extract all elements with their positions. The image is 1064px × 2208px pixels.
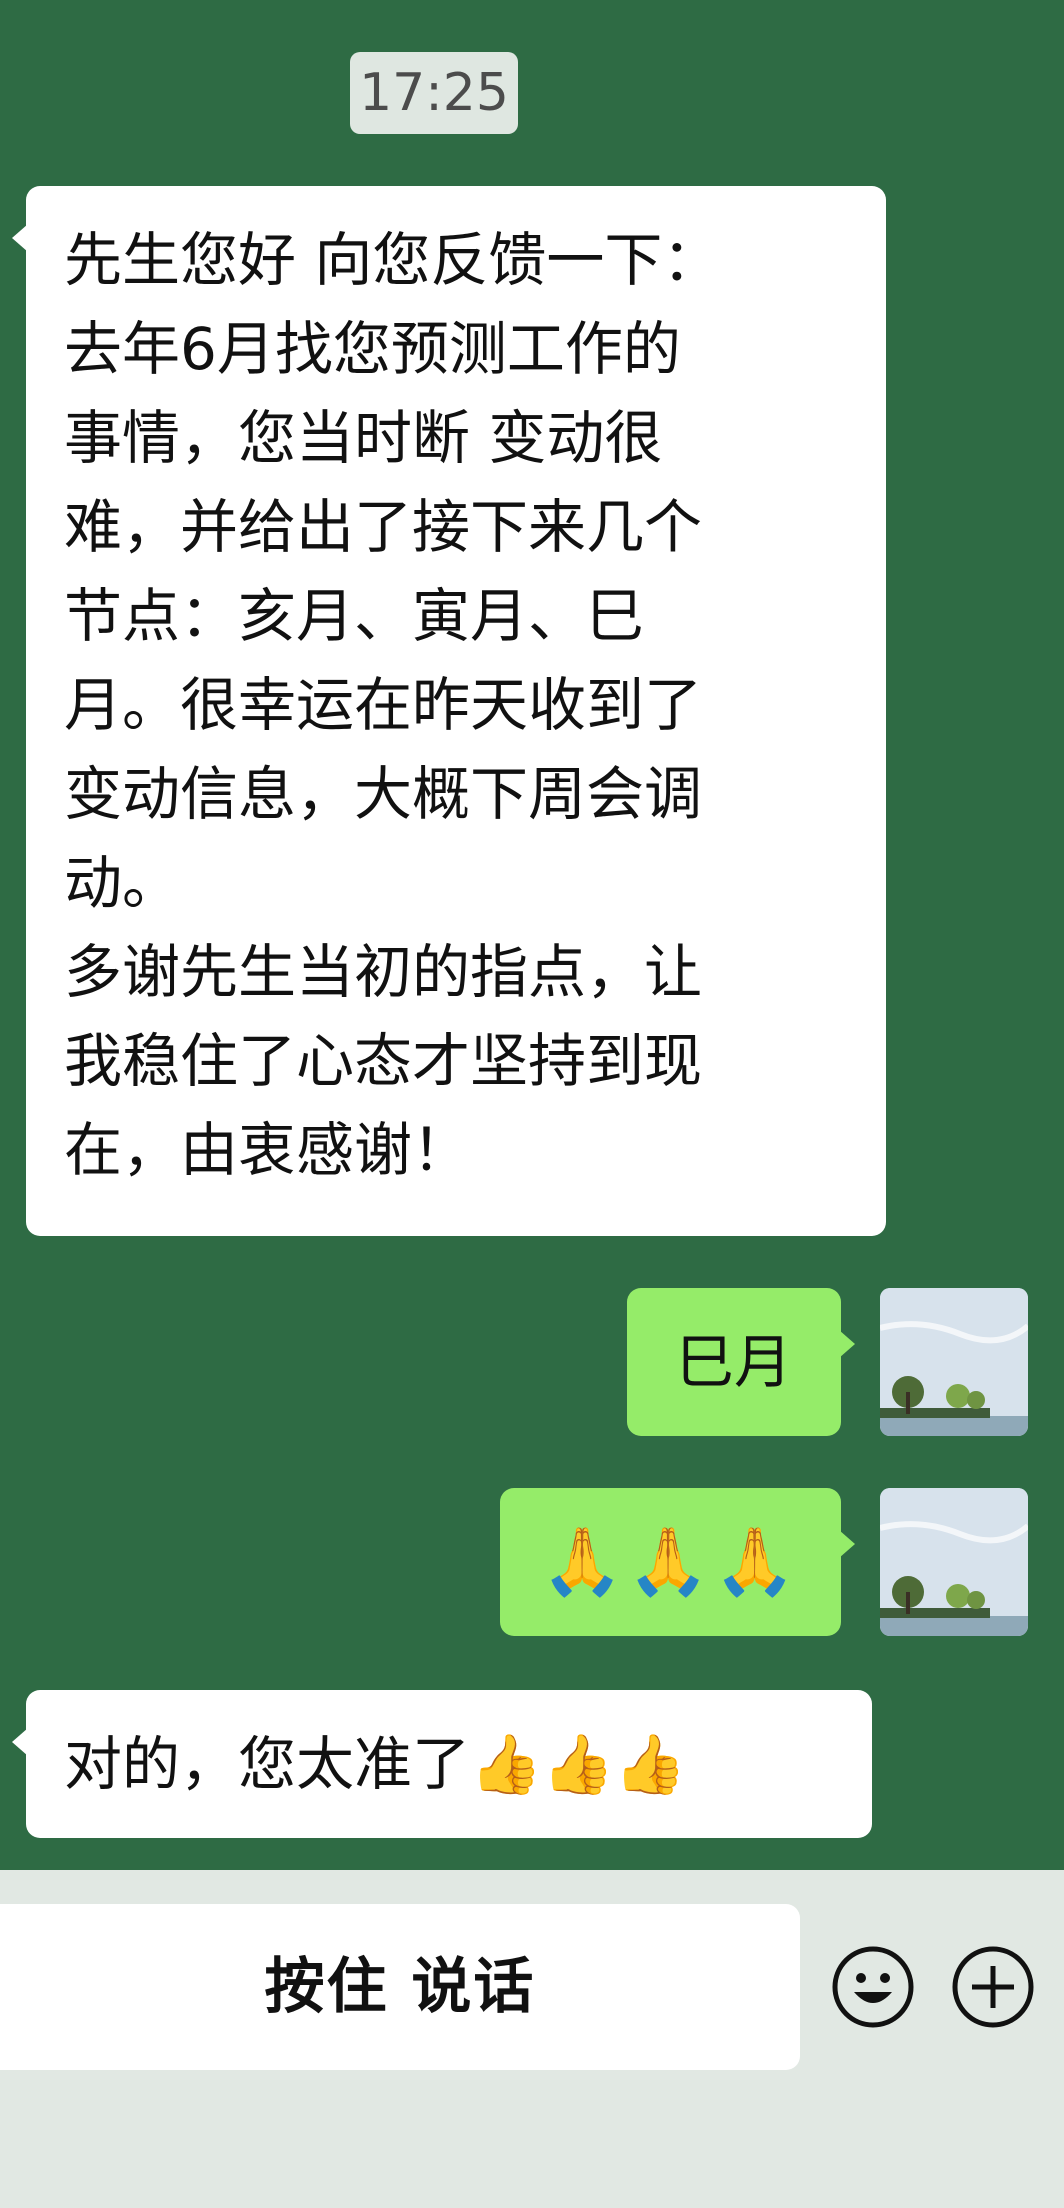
user-avatar[interactable] [880, 1288, 1028, 1436]
message-text: 先生您好 向您反馈一下： 去年6月找您预测工作的 事情，您当时断 变动很 难，并… [64, 226, 721, 1184]
message-text: 巳月 [675, 1328, 792, 1396]
incoming-message-bubble[interactable]: 先生您好 向您反馈一下： 去年6月找您预测工作的 事情，您当时断 变动很 难，并… [12, 186, 886, 1236]
plus-circle-icon[interactable] [950, 1944, 1036, 2030]
timestamp-badge: 17:25 [350, 52, 518, 134]
landscape-avatar-image [880, 1488, 1028, 1636]
landscape-avatar-image [880, 1288, 1028, 1436]
smiley-face-icon[interactable] [830, 1944, 916, 2030]
outgoing-message-bubble[interactable]: 🙏🙏🙏 [500, 1488, 855, 1636]
user-avatar[interactable] [880, 1488, 1028, 1636]
incoming-message-bubble[interactable]: 对的，您太准了👍👍👍 [12, 1690, 872, 1838]
outgoing-message-bubble[interactable]: 巳月 [627, 1288, 855, 1436]
message-text: 🙏🙏🙏 [541, 1523, 800, 1600]
hold-to-talk-button[interactable]: 按住 说话 [0, 1904, 800, 2070]
message-text: 对的，您太准了👍👍👍 [64, 1730, 687, 1798]
